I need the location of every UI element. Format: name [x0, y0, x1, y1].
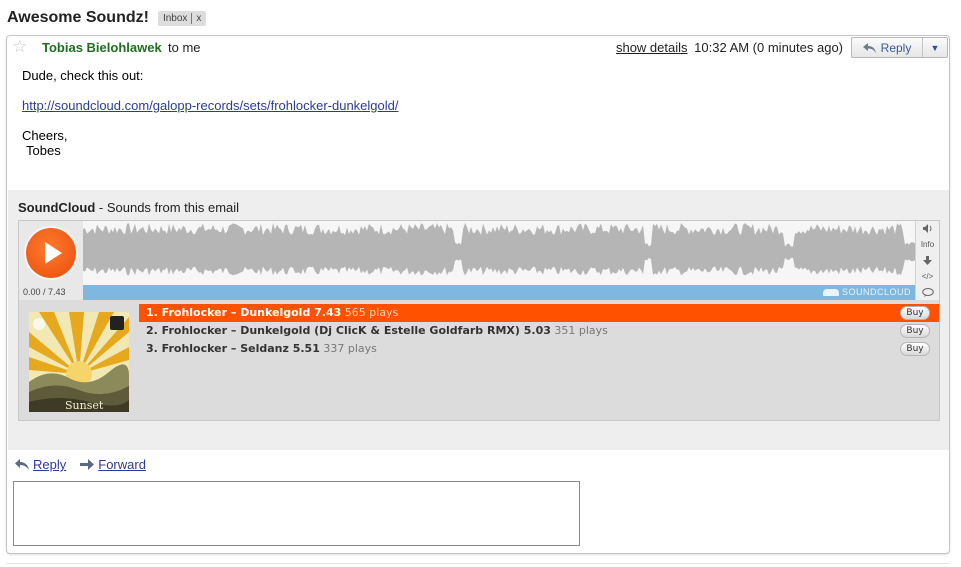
- track-row-2[interactable]: 2. Frohlocker – Dunkelgold (Dj ClicK & E…: [139, 322, 939, 340]
- inbox-label-text: Inbox: [162, 12, 188, 24]
- remove-label-button[interactable]: x: [191, 12, 201, 24]
- timestamp: 10:32 AM (0 minutes ago): [694, 40, 843, 55]
- forward-arrow-icon: [80, 459, 95, 470]
- track-row-1[interactable]: 1. Frohlocker – Dunkelgold 7.43 565 play…: [139, 304, 939, 322]
- svg-text:Sunset: Sunset: [65, 399, 104, 412]
- recipient-text: to me: [168, 40, 201, 55]
- message-card: ☆ Tobias Bielohlawek to me show details …: [6, 35, 950, 554]
- playback-time: 0.00 / 7.43: [23, 287, 66, 297]
- soundcloud-brand: SOUNDCLOUD: [822, 287, 911, 297]
- comment-icon[interactable]: [916, 285, 939, 300]
- signature-text: Tobes: [26, 143, 61, 158]
- message-actions: Reply Forward: [15, 457, 146, 472]
- reply-link[interactable]: Reply: [15, 457, 66, 472]
- soundcloud-section: SoundCloud - Sounds from this email 0.00…: [8, 190, 949, 450]
- reply-textarea[interactable]: [13, 481, 580, 546]
- body-text: Dude, check this out:: [22, 68, 144, 83]
- reply-link-label: Reply: [33, 457, 67, 472]
- inbox-label[interactable]: Inbox x: [157, 10, 207, 26]
- reply-arrow-icon: [862, 42, 876, 53]
- player-tools: Info </>: [915, 221, 939, 300]
- progress-bar[interactable]: SOUNDCLOUD: [83, 285, 915, 300]
- soundcloud-heading: SoundCloud - Sounds from this email: [18, 200, 239, 215]
- message-header: ☆ Tobias Bielohlawek to me show details …: [7, 36, 949, 60]
- track-title: 2. Frohlocker – Dunkelgold (Dj ClicK & E…: [146, 324, 551, 337]
- star-icon[interactable]: ☆: [12, 37, 27, 57]
- reply-button[interactable]: Reply: [852, 38, 922, 57]
- soundcloud-player: 0.00 / 7.43 SOUNDCLOUD Info </> Sunset 1…: [18, 220, 940, 421]
- waveform[interactable]: [83, 221, 915, 285]
- track-plays: 337 plays: [323, 342, 377, 355]
- play-area: 0.00 / 7.43: [19, 221, 83, 300]
- divider: [6, 563, 950, 564]
- show-details-link[interactable]: show details: [616, 40, 688, 55]
- subject-row: Awesome Soundz! Inbox x: [7, 7, 207, 29]
- buy-button[interactable]: Buy: [900, 306, 930, 320]
- soundcloud-link[interactable]: http://soundcloud.com/galopp-records/set…: [22, 98, 399, 113]
- volume-icon[interactable]: [916, 221, 939, 236]
- track-plays: 351 plays: [554, 324, 608, 337]
- signoff-text: Cheers,: [22, 128, 68, 143]
- triangle-down-icon: ▼: [930, 42, 940, 53]
- cloud-icon: [822, 288, 839, 296]
- embed-icon[interactable]: </>: [916, 269, 939, 284]
- soundcloud-title: SoundCloud: [18, 200, 96, 215]
- buy-button[interactable]: Buy: [900, 324, 930, 338]
- artwork-image: Sunset: [29, 312, 129, 412]
- more-options-dropdown[interactable]: ▼: [922, 38, 947, 57]
- track-title: 3. Frohlocker – Seldanz 5.51: [146, 342, 320, 355]
- forward-link[interactable]: Forward: [80, 457, 146, 472]
- track-row-3[interactable]: 3. Frohlocker – Seldanz 5.51 337 plays B…: [139, 340, 939, 358]
- reply-button-label: Reply: [880, 40, 912, 55]
- reply-arrow-icon: [15, 459, 29, 470]
- track-title: 1. Frohlocker – Dunkelgold 7.43: [146, 306, 342, 319]
- buy-button[interactable]: Buy: [900, 342, 930, 356]
- header-meta: show details 10:32 AM (0 minutes ago): [616, 40, 843, 55]
- info-button[interactable]: Info: [916, 237, 939, 252]
- play-button[interactable]: [26, 228, 76, 278]
- waveform-graphic: [83, 223, 915, 276]
- download-icon[interactable]: [916, 253, 939, 268]
- message-body: Dude, check this out: http://soundcloud.…: [22, 68, 399, 158]
- sender-name[interactable]: Tobias Bielohlawek: [42, 40, 162, 55]
- forward-link-label: Forward: [98, 457, 146, 472]
- album-artwork[interactable]: Sunset: [29, 312, 129, 412]
- email-subject: Awesome Soundz!: [7, 9, 149, 26]
- track-list: 1. Frohlocker – Dunkelgold 7.43 565 play…: [139, 304, 939, 358]
- track-plays: 565 plays: [344, 306, 399, 319]
- soundcloud-brand-text: SOUNDCLOUD: [841, 287, 911, 297]
- soundcloud-subtitle: - Sounds from this email: [98, 200, 240, 215]
- reply-button-group: Reply ▼: [851, 37, 948, 58]
